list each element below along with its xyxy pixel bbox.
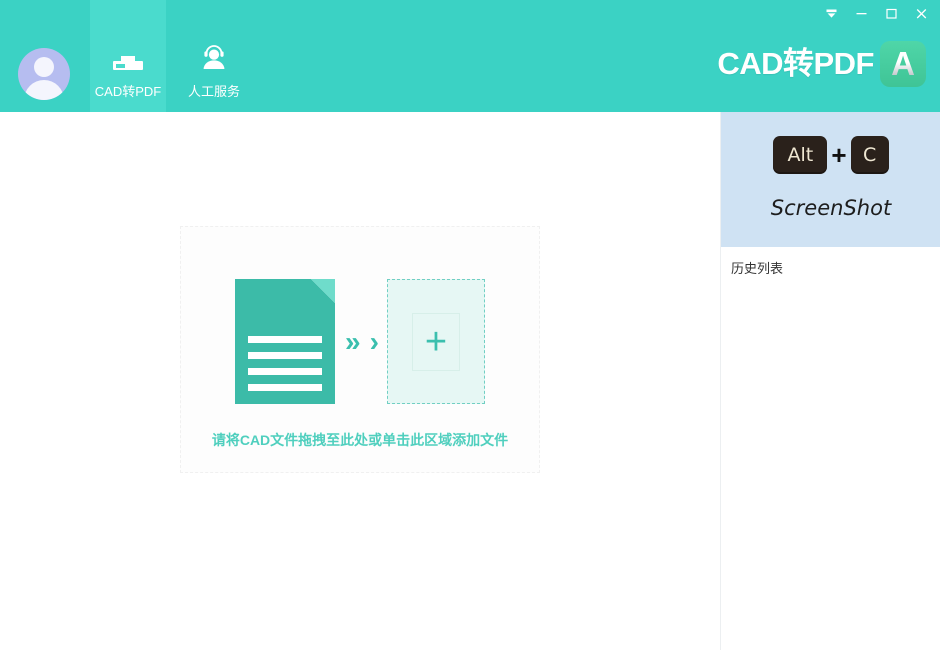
plus-icon: + (424, 320, 448, 363)
key-plus-separator: + (831, 140, 847, 170)
nav-tabs: CAD转PDF 人工服务 (90, 0, 262, 112)
app-logo: CAD转PDF A (717, 41, 926, 87)
add-file-placeholder[interactable]: + (386, 279, 485, 404)
avatar-body (24, 80, 64, 100)
minimize-to-tray-icon[interactable] (816, 0, 846, 26)
headset-agent-icon (197, 38, 231, 70)
main-panel: » › + 请将CAD文件拖拽至此处或单击此区域添加文件 保存至: C:\Use… (0, 112, 720, 650)
dropzone-hint: 请将CAD文件拖拽至此处或单击此区域添加文件 (211, 432, 509, 448)
double-chevron-icon: » (345, 325, 360, 357)
avatar-head (34, 57, 54, 77)
key-c: C (850, 136, 889, 174)
cad-document-icon (235, 279, 336, 404)
printer-icon (111, 38, 145, 70)
title-bar: CAD转PDF 人工服务 CAD转PDF A (0, 0, 940, 112)
single-chevron-icon: › (369, 325, 379, 357)
screenshot-caption: ScreenShot (770, 196, 892, 220)
right-sidebar: Alt + C ScreenShot 历史列表 (720, 112, 940, 650)
screenshot-promo-banner[interactable]: Alt + C ScreenShot (721, 112, 940, 247)
key-alt: Alt (773, 136, 828, 174)
app-window: CAD转PDF 人工服务 CAD转PDF A » › + 请将CAD文件拖拽至此… (0, 0, 940, 650)
avatar[interactable] (18, 48, 70, 100)
app-logo-mark-letter: A (891, 45, 915, 82)
app-logo-text: CAD转PDF (717, 46, 874, 81)
app-logo-mark: A (880, 41, 926, 87)
minimize-icon[interactable] (846, 0, 876, 26)
tab-human-service-label: 人工服务 (187, 84, 240, 99)
history-list-title: 历史列表 (731, 261, 784, 276)
file-dropzone[interactable]: » › + 请将CAD文件拖拽至此处或单击此区域添加文件 (180, 226, 540, 473)
add-file-inner: + (411, 312, 460, 371)
shortcut-keys: Alt + C (721, 136, 940, 174)
close-icon[interactable] (906, 0, 936, 26)
maximize-icon[interactable] (876, 0, 906, 26)
dropzone-graphics: » › + (181, 279, 539, 404)
window-controls (816, 0, 936, 26)
conversion-arrows: » › (345, 325, 379, 357)
tab-cad-to-pdf-label: CAD转PDF (94, 84, 162, 99)
tab-human-service[interactable]: 人工服务 (166, 0, 262, 112)
tab-cad-to-pdf[interactable]: CAD转PDF (90, 0, 166, 112)
